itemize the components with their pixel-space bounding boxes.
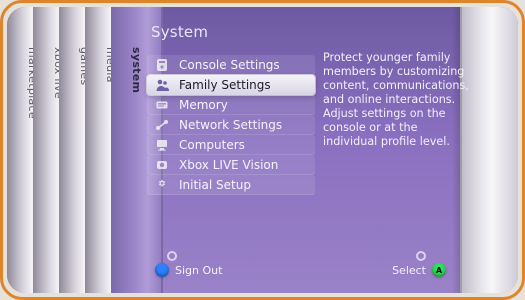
menu-item-label: Computers [179, 138, 245, 152]
menu-item-network-settings[interactable]: Network Settings [147, 115, 315, 135]
computer-icon [153, 136, 171, 154]
system-panel: System Console Settings Family Settings … [139, 17, 469, 247]
memory-icon [153, 96, 171, 114]
bottom-hints: Sign Out Select A [7, 245, 518, 293]
dpad-hint-icon [416, 251, 426, 261]
x-button-icon [155, 263, 169, 277]
camera-icon [153, 156, 171, 174]
network-icon [153, 116, 171, 134]
menu-item-initial-setup[interactable]: Initial Setup [147, 175, 315, 195]
system-menu: Console Settings Family Settings Memory … [147, 55, 315, 235]
menu-item-label: Console Settings [179, 58, 280, 72]
menu-item-label: Initial Setup [179, 178, 251, 192]
sign-out-hint[interactable]: Sign Out [155, 263, 222, 277]
menu-item-family-settings[interactable]: Family Settings [147, 75, 315, 95]
dashboard-screen: marketplace xbox live games media system [7, 7, 518, 293]
tv-frame: marketplace xbox live games media system [0, 0, 525, 300]
menu-item-label: Family Settings [179, 78, 271, 92]
dpad-hint-icon [167, 251, 177, 261]
a-button-icon: A [432, 263, 446, 277]
menu-item-xbox-live-vision[interactable]: Xbox LIVE Vision [147, 155, 315, 175]
setup-icon [153, 176, 171, 194]
menu-item-label: Memory [179, 98, 228, 112]
select-label: Select [392, 263, 426, 277]
sign-out-label: Sign Out [175, 263, 223, 277]
menu-description: Protect younger family members by custom… [323, 51, 469, 148]
menu-item-memory[interactable]: Memory [147, 95, 315, 115]
menu-item-console-settings[interactable]: Console Settings [147, 55, 315, 75]
menu-item-computers[interactable]: Computers [147, 135, 315, 155]
console-icon [153, 56, 171, 74]
select-hint[interactable]: Select A [392, 263, 446, 277]
page-title: System [151, 23, 209, 41]
family-icon [153, 76, 171, 94]
menu-item-label: Network Settings [179, 118, 283, 132]
menu-item-label: Xbox LIVE Vision [179, 158, 279, 172]
a-button-glyph: A [435, 265, 443, 275]
